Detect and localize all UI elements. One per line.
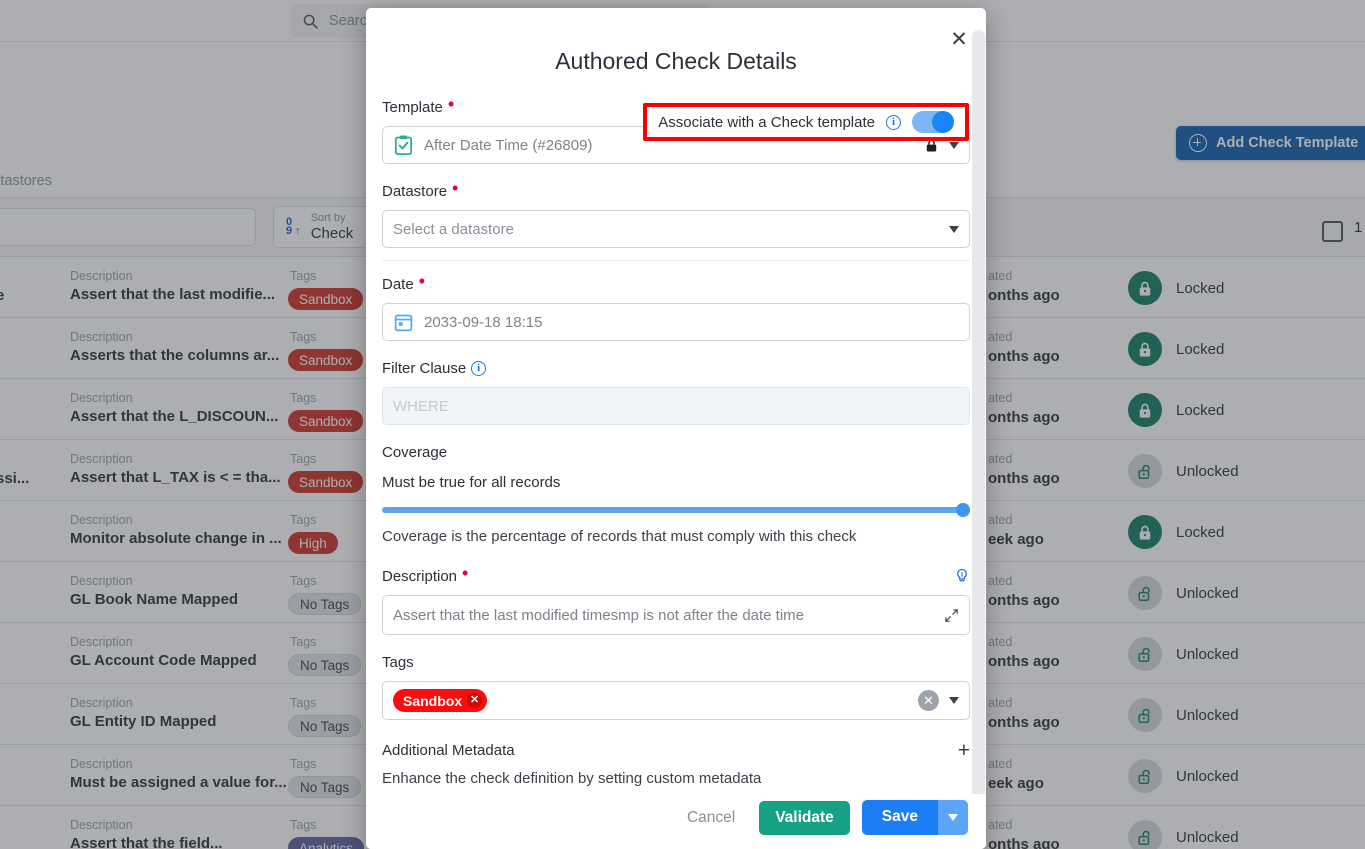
associate-template-label: Associate with a Check template	[658, 113, 875, 131]
datastore-field: Datastore • Select a datastore	[382, 178, 970, 248]
datastore-label: Datastore	[382, 182, 448, 200]
validate-button[interactable]: Validate	[759, 800, 850, 835]
slider-thumb[interactable]	[956, 503, 970, 517]
chevron-down-icon[interactable]	[949, 697, 959, 704]
datastore-placeholder: Select a datastore	[393, 220, 514, 238]
clipboard-check-icon	[394, 135, 413, 155]
calendar-icon	[394, 314, 413, 332]
description-field: Description • Assert that the last modif…	[382, 563, 970, 635]
coverage-label-row: Coverage	[382, 439, 970, 465]
additional-metadata-header: Additional Metadata +	[382, 740, 970, 761]
dialog-body: Template • After Date Time (#26809) Data…	[366, 94, 986, 806]
dialog-scrollbar[interactable]	[972, 30, 985, 820]
additional-metadata-label: Additional Metadata	[382, 742, 515, 759]
tags-label-row: Tags	[382, 649, 970, 675]
coverage-label: Coverage	[382, 443, 448, 461]
save-options-button[interactable]	[938, 800, 968, 835]
filter-clause-label-row: Filter Clause i	[382, 355, 970, 381]
date-label-row: Date •	[382, 271, 425, 293]
chevron-down-icon	[948, 814, 958, 821]
cancel-button[interactable]: Cancel	[675, 803, 747, 833]
filter-clause-label: Filter Clause	[382, 359, 467, 377]
add-metadata-plus-icon[interactable]: +	[958, 740, 970, 761]
coverage-help-text: Coverage is the percentage of records th…	[382, 528, 857, 545]
slider-track	[382, 507, 970, 513]
datastore-label-row: Datastore •	[382, 178, 459, 200]
chevron-down-icon[interactable]	[949, 141, 959, 149]
coverage-field: Coverage Must be true for all records Co…	[382, 439, 970, 545]
description-input[interactable]: Assert that the last modified timesmp is…	[382, 595, 970, 635]
description-label-row: Description •	[382, 563, 970, 589]
template-label: Template	[382, 98, 443, 116]
associate-template-switch[interactable]	[912, 111, 954, 133]
dialog-title: Authored Check Details	[555, 48, 797, 74]
tags-select[interactable]: Sandbox ✕ ✕	[382, 681, 970, 720]
lightbulb-icon[interactable]	[954, 566, 970, 586]
section-divider	[382, 260, 970, 261]
associate-template-toggle-group[interactable]: Associate with a Check template i	[643, 103, 969, 141]
date-input[interactable]: 2033-09-18 18:15	[382, 303, 970, 341]
clear-circle-icon[interactable]: ✕	[918, 690, 939, 711]
tag-chip-label: Sandbox	[403, 692, 463, 709]
info-icon[interactable]: i	[886, 114, 901, 130]
filter-clause-input[interactable]: WHERE	[382, 387, 970, 425]
coverage-subtitle: Must be true for all records	[382, 474, 561, 491]
tags-label: Tags	[382, 653, 414, 671]
date-label: Date	[382, 275, 414, 293]
chevron-down-icon[interactable]	[949, 225, 959, 233]
remove-tag-icon[interactable]: ✕	[467, 693, 483, 708]
info-icon[interactable]: i	[471, 360, 487, 376]
filter-clause-field: Filter Clause i WHERE	[382, 355, 970, 425]
date-field: Date • 2033-09-18 18:15	[382, 271, 970, 341]
tag-chip[interactable]: Sandbox ✕	[393, 689, 488, 712]
additional-metadata-help: Enhance the check definition by setting …	[382, 770, 762, 787]
date-value: 2033-09-18 18:15	[424, 313, 543, 331]
switch-knob	[932, 111, 954, 133]
coverage-slider[interactable]	[382, 501, 970, 519]
authored-check-details-dialog: ✕ Authored Check Details Associate with …	[366, 8, 986, 849]
filter-clause-placeholder: WHERE	[393, 397, 449, 415]
expand-icon[interactable]	[944, 608, 959, 623]
tags-field: Tags Sandbox ✕ ✕	[382, 649, 970, 720]
save-button[interactable]: Save	[861, 800, 938, 835]
datastore-select[interactable]: Select a datastore	[382, 210, 970, 248]
dialog-footer: Cancel Validate Save	[366, 794, 986, 849]
description-label: Description	[382, 567, 458, 585]
tag-chip-list: Sandbox ✕	[393, 689, 908, 712]
description-value: Assert that the last modified timesmp is…	[393, 606, 805, 624]
